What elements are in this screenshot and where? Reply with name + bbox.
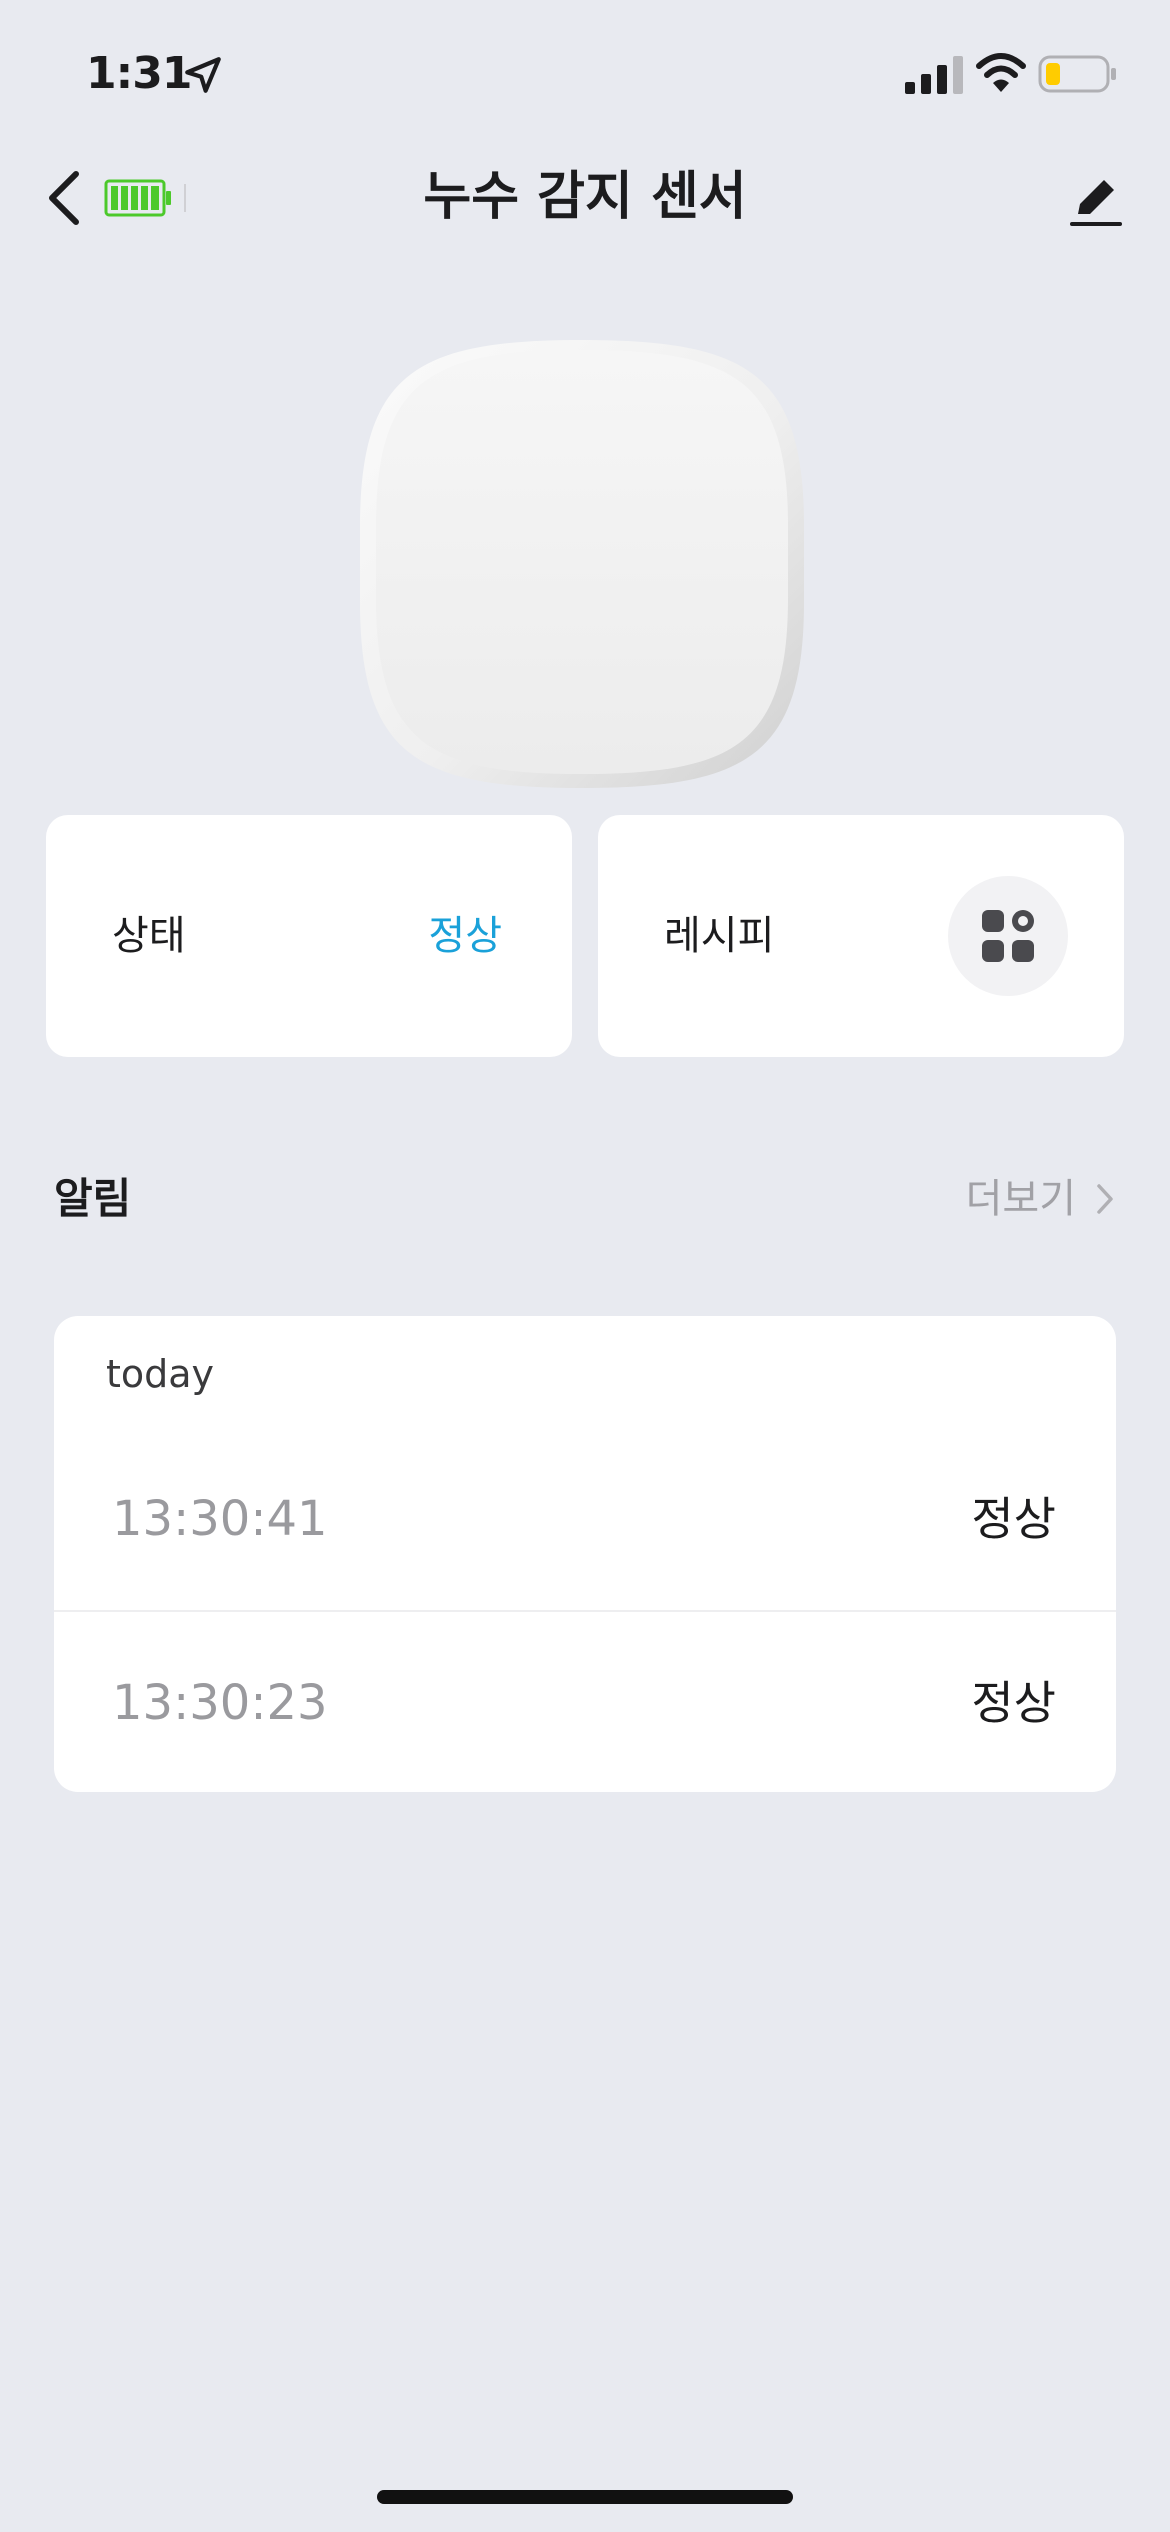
alert-row[interactable]: 13:30:41 정상 bbox=[54, 1428, 1116, 1610]
alert-status: 정상 bbox=[971, 1492, 1056, 1546]
status-card[interactable]: 상태 정상 bbox=[46, 815, 572, 1057]
recipe-card[interactable]: 레시피 bbox=[598, 815, 1124, 1057]
status-bar: 1:31 bbox=[0, 0, 1170, 150]
date-group-label: today bbox=[106, 1352, 215, 1396]
recipe-label: 레시피 bbox=[664, 913, 775, 959]
more-label: 더보기 bbox=[965, 1176, 1076, 1222]
device-image bbox=[360, 340, 804, 788]
page-title: 누수 감지 센서 bbox=[423, 167, 747, 227]
cellular-signal-icon bbox=[905, 56, 963, 94]
alert-status: 정상 bbox=[971, 1676, 1056, 1730]
home-indicator[interactable] bbox=[377, 2490, 793, 2504]
wifi-icon bbox=[976, 53, 1026, 92]
pencil-icon[interactable] bbox=[1068, 172, 1124, 230]
recipe-button[interactable] bbox=[948, 876, 1068, 996]
status-value: 정상 bbox=[428, 913, 502, 959]
alerts-list: today 13:30:41 정상 13:30:23 정상 bbox=[54, 1316, 1116, 1792]
battery-low-icon bbox=[1038, 55, 1116, 93]
alert-row[interactable]: 13:30:23 정상 bbox=[54, 1610, 1116, 1794]
status-label: 상태 bbox=[112, 913, 186, 959]
location-arrow-icon bbox=[185, 57, 221, 93]
more-link[interactable]: 더보기 bbox=[966, 1166, 1116, 1232]
chevron-right-icon bbox=[1097, 1184, 1113, 1214]
grid-apps-icon bbox=[982, 910, 1034, 962]
alerts-title: 알림 bbox=[54, 1174, 132, 1223]
alert-time: 13:30:41 bbox=[112, 1491, 328, 1547]
alert-time: 13:30:23 bbox=[112, 1675, 328, 1731]
status-time: 1:31 bbox=[86, 48, 192, 99]
